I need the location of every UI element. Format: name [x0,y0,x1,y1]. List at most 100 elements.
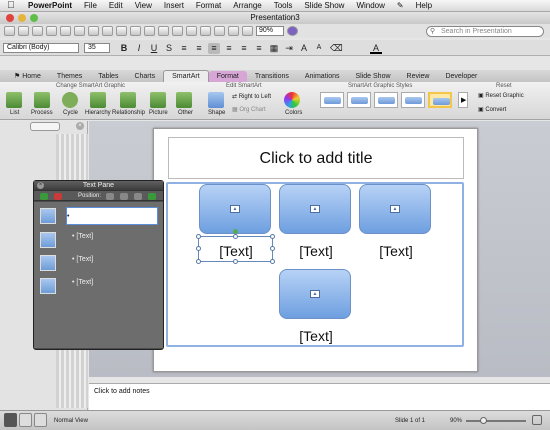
picture-layout-icon[interactable] [150,92,166,108]
tab-developer[interactable]: Developer [437,71,485,82]
org-chart-button[interactable]: ▦ Org Chart [232,106,266,113]
reset-graphic-button[interactable]: ▣ Reset Graphic [478,92,524,99]
menu-help[interactable]: Help [410,0,438,12]
fit-to-window-icon[interactable] [532,415,542,425]
resize-handle[interactable] [233,234,238,239]
underline-button[interactable]: U [148,43,160,54]
tab-slide-show[interactable]: Slide Show [348,71,399,82]
style-thumbnail-2[interactable] [347,92,371,108]
smartart-text-4[interactable]: [Text] [276,328,356,344]
picture-icon[interactable] [172,26,183,36]
text-pane-item-1[interactable]: • [66,207,158,225]
relationship-layout-icon[interactable] [120,92,136,108]
resize-handle[interactable] [270,259,275,264]
slide-show-icon[interactable] [34,413,47,427]
process-button-label[interactable]: Process [31,110,53,116]
cycle-layout-icon[interactable] [62,92,78,108]
tab-charts[interactable]: Charts [126,71,163,82]
tab-themes[interactable]: Themes [49,71,90,82]
pane-view-toggle[interactable] [30,122,60,131]
picture-placeholder-icon[interactable]: ▲ [230,205,240,213]
tab-smartart[interactable]: SmartArt [163,70,209,82]
redo-icon[interactable] [144,26,155,36]
slide-sorter-icon[interactable] [19,413,32,427]
bold-button[interactable]: B [118,43,130,54]
help-icon[interactable] [287,26,298,36]
sidebar-icon[interactable] [242,26,253,36]
numbering-icon[interactable]: ≡ [193,43,205,54]
remove-item-icon[interactable] [54,193,62,200]
save-icon[interactable] [46,26,57,36]
format-painter-icon[interactable] [116,26,127,36]
media-icon[interactable] [214,26,225,36]
style-thumbnail-5-selected[interactable] [428,92,452,108]
close-icon[interactable]: × [37,182,44,189]
resize-handle[interactable] [233,259,238,264]
list-layout-icon[interactable] [6,92,22,108]
menu-app[interactable]: PowerPoint [22,0,78,12]
move-down-icon[interactable] [148,193,156,200]
convert-button[interactable]: ▣ Convert [478,106,506,113]
other-layout-icon[interactable] [176,92,192,108]
resize-handle[interactable] [196,234,201,239]
minimize-window-button[interactable] [18,14,26,22]
menu-arrange[interactable]: Arrange [227,0,267,12]
menu-script-icon[interactable]: ✎ [391,0,410,12]
close-pane-icon[interactable]: × [76,122,84,130]
templates-icon[interactable] [18,26,29,36]
smartart-text-1[interactable]: [Text] [196,243,276,259]
text-pane-header[interactable]: Text Pane [34,181,163,190]
zoom-slider[interactable] [466,420,526,422]
menu-format[interactable]: Format [190,0,227,12]
align-center-icon[interactable]: ≡ [223,43,235,54]
zoom-window-button[interactable] [30,14,38,22]
item-thumbnail[interactable] [40,208,56,224]
style-thumbnail-1[interactable] [320,92,344,108]
menu-file[interactable]: File [78,0,103,12]
tab-animations[interactable]: Animations [297,71,348,82]
print-icon[interactable] [60,26,71,36]
font-name-select[interactable]: Calibri (Body) [3,43,79,53]
promote-icon[interactable] [106,193,114,200]
open-icon[interactable] [32,26,43,36]
align-right-icon[interactable]: ≡ [238,43,250,54]
bullets-icon[interactable]: ≡ [178,43,190,54]
align-left-icon[interactable]: ≡ [208,43,220,54]
font-color-icon[interactable]: A [370,43,382,54]
style-thumbnail-3[interactable] [374,92,398,108]
item-thumbnail[interactable] [40,278,56,294]
menu-window[interactable]: Window [350,0,390,12]
rotate-handle[interactable] [233,229,238,234]
copy-icon[interactable] [88,26,99,36]
text-box-icon[interactable] [200,26,211,36]
shape-icon[interactable] [208,92,224,108]
zoom-select[interactable]: 90% [256,26,284,36]
zoom-slider-knob[interactable] [480,417,487,424]
tab-tables[interactable]: Tables [90,71,126,82]
shape-button-label[interactable]: Shape [208,110,225,116]
tab-review[interactable]: Review [399,71,438,82]
picture-placeholder-icon[interactable]: ▲ [310,205,320,213]
notes-pane[interactable]: Click to add notes [89,383,550,410]
text-pane-item-2[interactable]: • [Text] [72,228,93,246]
demote-icon[interactable] [120,193,128,200]
menu-tools[interactable]: Tools [268,0,299,12]
smartart-text-2[interactable]: [Text] [276,243,356,259]
columns-icon[interactable]: ▦ [268,43,280,54]
menu-insert[interactable]: Insert [158,0,190,12]
smartart-text-3[interactable]: [Text] [356,243,436,259]
normal-view-icon[interactable] [4,413,17,427]
cut-icon[interactable] [74,26,85,36]
item-thumbnail[interactable] [40,232,56,248]
styles-scroll-arrow[interactable]: ▶ [458,92,468,108]
relationship-button-label[interactable]: Relationship [112,110,145,116]
colors-button-label[interactable]: Colors [285,110,302,116]
title-placeholder[interactable]: Click to add title [168,137,464,179]
tab-home[interactable]: ⚑ Home [6,71,49,82]
search-field[interactable]: ⚲ Search in Presentation [426,26,544,37]
text-pane-item-4[interactable]: • [Text] [72,274,93,292]
new-icon[interactable] [4,26,15,36]
process-layout-icon[interactable] [34,92,50,108]
item-thumbnail[interactable] [40,255,56,271]
shrink-font-icon[interactable]: A [313,43,325,54]
